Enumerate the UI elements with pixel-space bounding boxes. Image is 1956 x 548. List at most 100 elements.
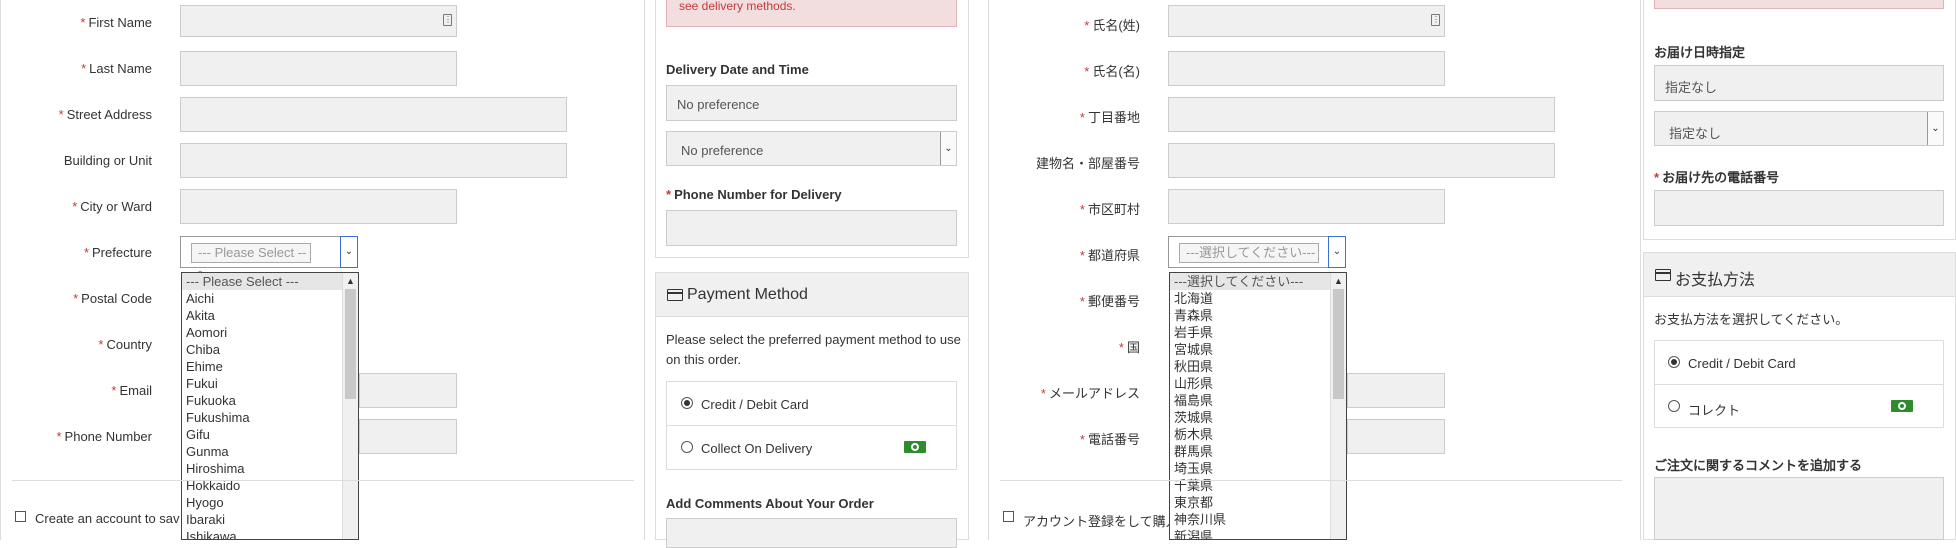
dropdown-option[interactable]: Hiroshima <box>182 460 358 477</box>
last-name-input[interactable] <box>180 51 457 86</box>
comments-heading: Add Comments About Your Order <box>666 496 874 511</box>
dropdown-option[interactable]: 福島県 <box>1170 392 1346 409</box>
phone-delivery-input[interactable] <box>666 210 957 246</box>
email-label: * Email <box>111 383 152 398</box>
last-name-label: * Last Name <box>81 61 152 76</box>
column-border <box>988 0 989 540</box>
postal-label: * Postal Code <box>73 291 152 306</box>
comments-heading: ご注文に関するコメントを追加する <box>1654 458 1863 473</box>
payment-cod-radio[interactable] <box>1668 400 1680 412</box>
phone-delivery-input[interactable] <box>1654 190 1944 226</box>
dropdown-option[interactable]: 埼玉県 <box>1170 460 1346 477</box>
dropdown-option[interactable]: 青森県 <box>1170 307 1346 324</box>
payment-panel-header: お支払方法 <box>1643 252 1956 297</box>
payment-credit-label: Credit / Debit Card <box>701 397 809 412</box>
first-name-input[interactable] <box>1168 51 1445 86</box>
dropdown-option[interactable]: Akita <box>182 307 358 324</box>
scrollbar-thumb[interactable] <box>1333 289 1344 399</box>
dropdown-option[interactable]: 神奈川県 <box>1170 511 1346 528</box>
dropdown-option[interactable]: 北海道 <box>1170 290 1346 307</box>
prefecture-select[interactable]: ---選択してください--- <box>1168 236 1330 268</box>
credit-card-icon <box>667 289 683 301</box>
dropdown-scrollbar[interactable]: ▲ <box>342 273 358 539</box>
payment-heading: Payment Method <box>687 286 808 303</box>
dropdown-option[interactable]: --- Please Select --- <box>182 273 358 290</box>
dropdown-option[interactable]: 東京都 <box>1170 494 1346 511</box>
chevron-down-icon: ⌄ <box>344 246 354 257</box>
delivery-time-select[interactable]: 指定なし ⌄ <box>1654 111 1944 146</box>
dropdown-option[interactable]: Aomori <box>182 324 358 341</box>
column-border <box>1640 0 1641 540</box>
delivery-date-heading: お届け日時指定 <box>1654 45 1746 60</box>
dropdown-option[interactable]: Ishikawa <box>182 528 358 539</box>
building-label: 建物名・部屋番号 <box>1035 156 1140 171</box>
dropdown-option[interactable]: 山形県 <box>1170 375 1346 392</box>
prefecture-select-value: --- Please Select --- <box>191 243 311 278</box>
email-input[interactable] <box>359 373 457 408</box>
dropdown-option[interactable]: Fukui <box>182 375 358 392</box>
create-account-checkbox[interactable] <box>1003 511 1014 522</box>
dropdown-option[interactable]: 新潟県 <box>1170 528 1346 539</box>
email-input[interactable] <box>1347 373 1445 408</box>
dropdown-option[interactable]: Hyogo <box>182 494 358 511</box>
payment-cod-radio[interactable] <box>681 441 693 453</box>
prefecture-dropdown-button[interactable]: ⌄ <box>1328 236 1346 268</box>
first-name-input[interactable]: ⋮ <box>180 5 457 37</box>
divider <box>12 480 634 481</box>
payment-description: お支払方法を選択してください。 <box>1654 312 1849 327</box>
create-account-label: Create an account to sav <box>35 511 180 526</box>
dropdown-option[interactable]: Ehime <box>182 358 358 375</box>
email-label: * メールアドレス <box>1040 386 1140 401</box>
street-input[interactable] <box>180 97 567 132</box>
delivery-time-select[interactable]: No preference ⌄ <box>666 131 957 166</box>
phone-label: * 電話番号 <box>1079 432 1140 447</box>
city-input[interactable] <box>180 189 457 224</box>
payment-credit-radio[interactable] <box>681 397 693 409</box>
dropdown-option[interactable]: 茨城県 <box>1170 409 1346 426</box>
prefecture-label: * 都道府県 <box>1079 248 1140 263</box>
street-input[interactable] <box>1168 97 1555 132</box>
phone-input[interactable] <box>359 419 457 454</box>
dropdown-option[interactable]: ---選択してください--- <box>1170 273 1346 290</box>
scrollbar-thumb[interactable] <box>345 289 356 399</box>
payment-cod-label: Collect On Delivery <box>701 441 813 456</box>
prefecture-dropdown-list[interactable]: ---選択してください--- 北海道 青森県 岩手県 宮城県 秋田県 山形県 福島県 茨城県 栃木… <box>1169 272 1347 540</box>
prefecture-dropdown-list[interactable]: --- Please Select --- Aichi Akita Aomori Chi… <box>181 272 359 540</box>
dropdown-option[interactable]: 群馬県 <box>1170 443 1346 460</box>
delivery-date-input[interactable]: No preference <box>666 85 957 121</box>
first-name-label: * 氏名(名) <box>1084 64 1140 79</box>
dropdown-option[interactable]: Ibaraki <box>182 511 358 528</box>
dropdown-option[interactable]: 岩手県 <box>1170 324 1346 341</box>
city-input[interactable] <box>1168 189 1445 224</box>
dropdown-scrollbar[interactable]: ▲ <box>1330 273 1346 539</box>
dropdown-option[interactable]: 宮城県 <box>1170 341 1346 358</box>
phone-input[interactable] <box>1347 419 1445 454</box>
dropdown-option[interactable]: Chiba <box>182 341 358 358</box>
dropdown-option[interactable]: Aichi <box>182 290 358 307</box>
scroll-up-icon[interactable]: ▲ <box>343 273 358 289</box>
prefecture-dropdown-button[interactable]: ⌄ <box>340 236 358 268</box>
scroll-up-icon[interactable]: ▲ <box>1331 273 1346 289</box>
payment-description: Please select the preferred payment meth… <box>666 332 961 367</box>
building-input[interactable] <box>1168 143 1555 178</box>
dropdown-option[interactable]: Gunma <box>182 443 358 460</box>
cash-icon <box>904 441 926 453</box>
divider <box>666 425 957 426</box>
prefecture-select[interactable]: --- Please Select --- <box>180 236 342 278</box>
comments-textarea[interactable] <box>666 518 957 548</box>
payment-credit-radio[interactable] <box>1668 356 1680 368</box>
create-account-checkbox[interactable] <box>15 511 26 522</box>
dropdown-option[interactable]: Fukuoka <box>182 392 358 409</box>
chevron-down-icon: ⌄ <box>940 132 956 165</box>
delivery-alert <box>1654 0 1944 9</box>
dropdown-option[interactable]: 秋田県 <box>1170 358 1346 375</box>
building-input[interactable] <box>180 143 567 178</box>
last-name-label: * 氏名(姓) <box>1084 18 1140 33</box>
dropdown-option[interactable]: Gifu <box>182 426 358 443</box>
phone-label: * Phone Number <box>56 429 152 444</box>
delivery-date-input[interactable]: 指定なし <box>1654 65 1944 101</box>
comments-textarea[interactable] <box>1654 477 1944 540</box>
dropdown-option[interactable]: Fukushima <box>182 409 358 426</box>
dropdown-option[interactable]: 栃木県 <box>1170 426 1346 443</box>
last-name-input[interactable]: ⋮ <box>1168 5 1445 37</box>
